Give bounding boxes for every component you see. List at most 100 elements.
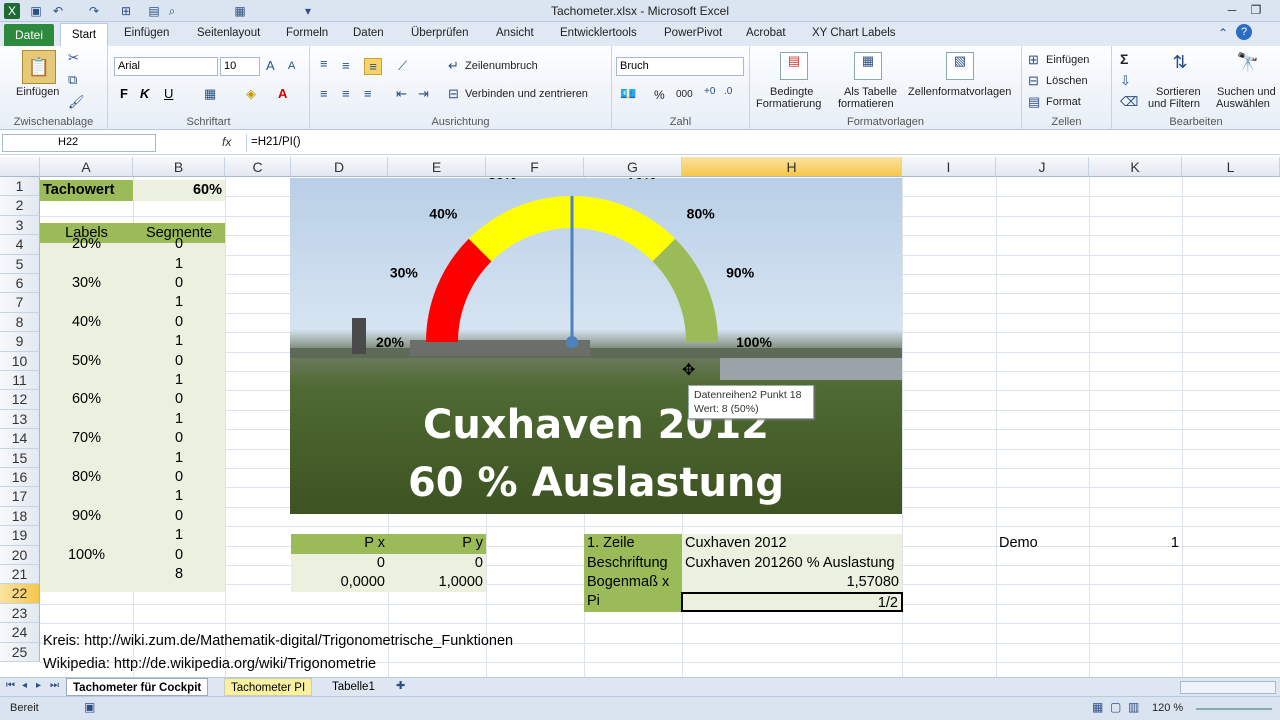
horizontal-scrollbar[interactable] — [1180, 681, 1276, 694]
cell-j19[interactable]: Demo — [996, 534, 1089, 553]
col-header-i[interactable]: I — [902, 157, 996, 177]
orientation-icon[interactable]: ⟋ — [398, 58, 407, 74]
tab-seitenlayout[interactable]: Seitenlayout — [197, 27, 260, 39]
tab-powerpivot[interactable]: PowerPivot — [664, 27, 722, 39]
wrap-text-button[interactable]: Zeilenumbruch — [465, 60, 538, 72]
cell-segment[interactable]: 0 — [133, 429, 225, 448]
row-header[interactable]: 15 — [0, 448, 40, 468]
cell-segment[interactable]: 0 — [133, 235, 225, 254]
cell-g20[interactable]: Beschriftung — [584, 554, 682, 573]
format-cells-icon[interactable]: ▤ — [1028, 94, 1040, 110]
row-header[interactable]: 22 — [0, 584, 40, 604]
cell-segment[interactable]: 1 — [133, 255, 225, 274]
sheet-tab-active[interactable]: Tachometer für Cockpit — [66, 678, 209, 696]
tab-start[interactable]: Start — [60, 23, 108, 47]
bold-button[interactable]: F — [120, 86, 128, 101]
col-header-a[interactable]: A — [40, 157, 133, 177]
row-header[interactable]: 8 — [0, 312, 40, 333]
cell-b1[interactable]: 60% — [133, 181, 225, 200]
clear-icon[interactable]: ⌫ — [1120, 94, 1138, 110]
currency-icon[interactable]: 💶 — [620, 86, 636, 102]
cell-segment[interactable]: 1 — [133, 487, 225, 506]
align-middle-icon[interactable]: ≡ — [342, 58, 350, 73]
collapse-ribbon-icon[interactable]: ⌃ — [1218, 26, 1228, 40]
autosum-button[interactable]: Σ — [1120, 51, 1128, 67]
cell-label[interactable]: 90% — [40, 507, 133, 526]
macro-record-icon[interactable]: ▣ — [84, 700, 95, 714]
tab-xy-chart-labels[interactable]: XY Chart Labels — [812, 27, 896, 39]
sheet-tab-tabelle1[interactable]: Tabelle1 — [326, 678, 381, 696]
tachometer-chart[interactable]: 20%30%40%50%60%70%80%90%100% Cuxhaven 20… — [290, 178, 902, 514]
cell-a1[interactable]: Tachowert — [40, 181, 133, 200]
align-top-icon[interactable]: ≡ — [320, 56, 328, 71]
cell-h19[interactable]: Cuxhaven 2012 — [682, 534, 902, 553]
merge-icon[interactable]: ⊟ — [448, 86, 459, 102]
format-as-table-icon[interactable]: ▦ — [854, 52, 882, 80]
cut-icon[interactable]: ✂ — [68, 50, 79, 66]
italic-button[interactable]: K — [140, 86, 149, 101]
format-painter-icon[interactable]: 🖌 — [68, 94, 85, 110]
sheet-tab-tachometer-pi[interactable]: Tachometer PI — [224, 678, 313, 696]
conditional-formatting-label1[interactable]: Bedingte — [770, 86, 813, 98]
cell-g22[interactable]: Pi — [584, 592, 682, 611]
col-header-j[interactable]: J — [996, 157, 1089, 177]
row-header[interactable]: 24 — [0, 623, 40, 643]
shrink-font-icon[interactable]: A — [288, 60, 295, 72]
decrease-decimal-icon[interactable]: .0 — [724, 86, 732, 97]
cell-styles-icon[interactable]: ▧ — [946, 52, 974, 80]
page-layout-icon[interactable]: ▢ — [1110, 700, 1121, 714]
row-header[interactable]: 16 — [0, 468, 40, 488]
col-header-e[interactable]: E — [388, 157, 486, 177]
align-left-icon[interactable]: ≡ — [320, 86, 328, 101]
restore-icon[interactable]: ❐ — [1244, 1, 1268, 19]
minimize-icon[interactable]: ─ — [1220, 1, 1244, 19]
paste-icon[interactable]: 📋 — [22, 50, 56, 84]
sort-label2[interactable]: und Filtern — [1148, 98, 1200, 110]
font-color-icon[interactable]: A — [278, 86, 287, 101]
grow-font-icon[interactable]: A — [266, 58, 275, 73]
cell-h22-selected[interactable]: 1/2 — [681, 592, 903, 612]
delete-cells-icon[interactable]: ⊟ — [1028, 73, 1039, 89]
last-sheet-icon[interactable]: ⏭ — [50, 680, 59, 691]
align-center-icon[interactable]: ≡ — [342, 86, 350, 101]
row-header[interactable]: 5 — [0, 254, 40, 274]
zoom-slider[interactable] — [1196, 708, 1272, 710]
format-as-table-label2[interactable]: formatieren — [838, 98, 894, 110]
row-header[interactable]: 9 — [0, 332, 40, 352]
cell-a25[interactable]: Wikipedia: http://de.wikipedia.org/wiki/… — [40, 655, 740, 674]
find-select-icon[interactable]: 🔭 — [1236, 52, 1260, 80]
find-label1[interactable]: Suchen und — [1217, 86, 1276, 98]
cell-label[interactable]: 20% — [40, 235, 133, 254]
help-icon[interactable]: ? — [1236, 24, 1252, 40]
gauge-segment-red[interactable] — [426, 238, 492, 342]
cell-e19[interactable]: P y — [388, 534, 486, 553]
delete-cells-button[interactable]: Löschen — [1046, 75, 1088, 87]
gauge-segment-green[interactable] — [652, 238, 718, 342]
col-header-b[interactable]: B — [133, 157, 225, 177]
paste-button[interactable]: Einfügen — [16, 86, 59, 98]
tab-daten[interactable]: Daten — [353, 27, 384, 39]
col-header-h[interactable]: H — [682, 157, 902, 177]
tab-formeln[interactable]: Formeln — [286, 27, 328, 39]
row-header[interactable]: 12 — [0, 390, 40, 410]
cell-segment[interactable]: 1 — [133, 371, 225, 390]
find-label2[interactable]: Auswählen — [1216, 98, 1270, 110]
row-header[interactable]: 19 — [0, 526, 40, 546]
cell-e21[interactable]: 1,0000 — [388, 573, 486, 592]
col-header-l[interactable]: L — [1182, 157, 1280, 177]
cell-segment[interactable]: 1 — [133, 410, 225, 429]
align-right-icon[interactable]: ≡ — [364, 86, 372, 101]
row-header[interactable]: 3 — [0, 215, 40, 236]
wrap-text-icon[interactable]: ↵ — [448, 58, 459, 74]
row-header[interactable]: 11 — [0, 371, 40, 391]
row-header[interactable]: 6 — [0, 274, 40, 294]
fill-icon[interactable]: ⇩ — [1120, 73, 1131, 89]
cell-label[interactable]: 70% — [40, 429, 133, 448]
col-header-k[interactable]: K — [1089, 157, 1182, 177]
first-sheet-icon[interactable]: ⏮ — [6, 680, 15, 691]
sort-label1[interactable]: Sortieren — [1156, 86, 1201, 98]
cell-segment[interactable]: 1 — [133, 293, 225, 312]
row-header[interactable]: 13 — [0, 409, 40, 430]
tab-ansicht[interactable]: Ansicht — [496, 27, 534, 39]
number-format-combo[interactable]: Bruch — [616, 57, 744, 76]
